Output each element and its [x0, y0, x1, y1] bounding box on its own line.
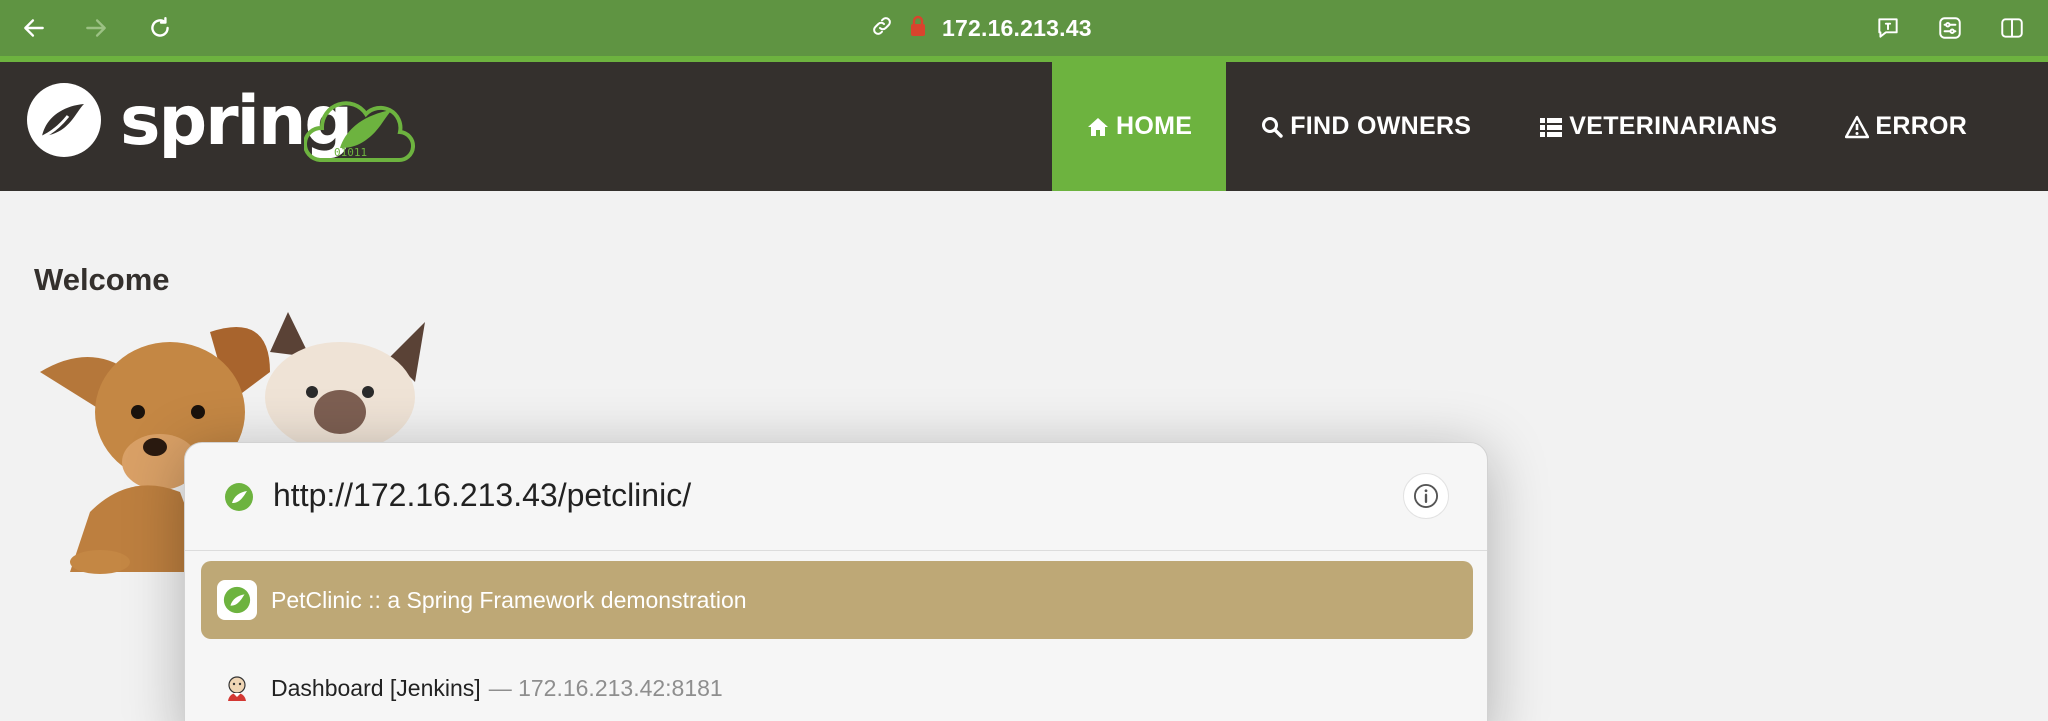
- home-icon: [1088, 117, 1108, 136]
- spring-favicon-icon: [225, 483, 253, 511]
- warning-icon: [1845, 115, 1870, 138]
- address-bar-url: 172.16.213.43: [942, 14, 1092, 41]
- info-icon[interactable]: [1403, 473, 1449, 519]
- autocomplete-url-row[interactable]: http://172.16.213.43/petclinic/: [185, 443, 1487, 551]
- main-nav: HOME FIND OWNERS VETERINARIANS ERROR: [1052, 62, 2001, 191]
- suggestion-petclinic[interactable]: PetClinic :: a Spring Framework demonstr…: [201, 561, 1473, 639]
- autocomplete-typed-url: http://172.16.213.43/petclinic/: [273, 477, 692, 513]
- nav-home[interactable]: HOME: [1052, 62, 1227, 191]
- nav-home-label: HOME: [1116, 112, 1193, 140]
- back-arrow-icon[interactable]: [18, 12, 50, 44]
- spring-logo[interactable]: spring 01011: [24, 78, 424, 178]
- spring-favicon-icon: [217, 580, 257, 620]
- svg-text:01011: 01011: [334, 146, 367, 159]
- suggestion-subtitle: — 172.16.213.42:8181: [488, 674, 723, 701]
- spring-leaf-logo-icon: [27, 83, 101, 157]
- suggestion-title: Dashboard [Jenkins]: [271, 674, 481, 701]
- nav-error[interactable]: ERROR: [1811, 62, 2001, 191]
- list-icon: [1540, 117, 1563, 137]
- link-icon: [870, 14, 894, 43]
- nav-find-owners-label: FIND OWNERS: [1290, 112, 1472, 140]
- address-bar[interactable]: 172.16.213.43: [870, 12, 1092, 44]
- search-icon: [1262, 116, 1283, 138]
- nav-find-owners[interactable]: FIND OWNERS: [1226, 62, 1505, 191]
- site-navbar: spring 01011 HOME FIND OWNERS VETERINARI…: [0, 62, 2048, 191]
- speech-bubble-icon[interactable]: [1872, 12, 1904, 44]
- nav-veterinarians-label: VETERINARIANS: [1569, 112, 1778, 140]
- sidebar-icon[interactable]: [1996, 12, 2028, 44]
- reload-icon[interactable]: [144, 12, 176, 44]
- cloud-leaf-logo-icon: 01011: [304, 101, 416, 163]
- nav-veterinarians[interactable]: VETERINARIANS: [1505, 62, 1811, 191]
- page-settings-icon[interactable]: [1934, 12, 1966, 44]
- nav-error-label: ERROR: [1875, 112, 1968, 140]
- suggestion-title: PetClinic :: a Spring Framework demonstr…: [271, 586, 747, 613]
- suggestion-jenkins[interactable]: Dashboard [Jenkins] — 172.16.213.42:8181: [201, 649, 1473, 721]
- insecure-lock-icon: [908, 14, 928, 43]
- browser-toolbar: 172.16.213.43: [0, 0, 2048, 56]
- page-title: Welcome: [34, 262, 170, 297]
- jenkins-favicon-icon: [217, 668, 257, 708]
- address-autocomplete-popover: http://172.16.213.43/petclinic/ PetClini…: [184, 442, 1488, 721]
- forward-arrow-icon[interactable]: [80, 12, 112, 44]
